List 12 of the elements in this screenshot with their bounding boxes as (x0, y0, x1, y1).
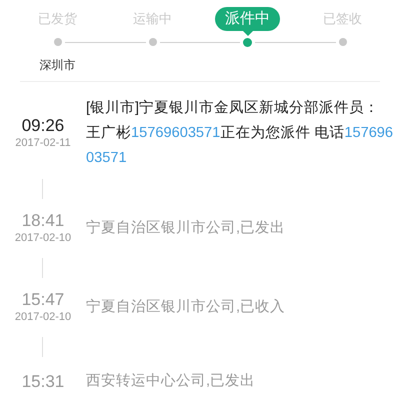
event-description: 西安转运中心公司,已发出 (86, 372, 256, 391)
event-time: 09:26 (22, 116, 64, 136)
event-date: 2017-02-10 (14, 310, 72, 325)
event-time: 18:41 (22, 211, 64, 231)
event-description: 宁夏自治区银川市公司,已收入 (86, 298, 286, 317)
event-time: 15:31 (22, 372, 64, 392)
event-description: [银川市]宁夏银川市金凤区新城分部派件员：王广彬15769603571正在为您派件 电话15769603571 (86, 98, 394, 168)
event-date: 2017-02-10 (14, 231, 72, 246)
step-location: 深圳市 (40, 57, 76, 74)
event-date: 2017-02-11 (15, 136, 71, 151)
event-time: 15:47 (22, 290, 64, 310)
event-description: 宁夏自治区银川市公司,已发出 (86, 218, 286, 238)
